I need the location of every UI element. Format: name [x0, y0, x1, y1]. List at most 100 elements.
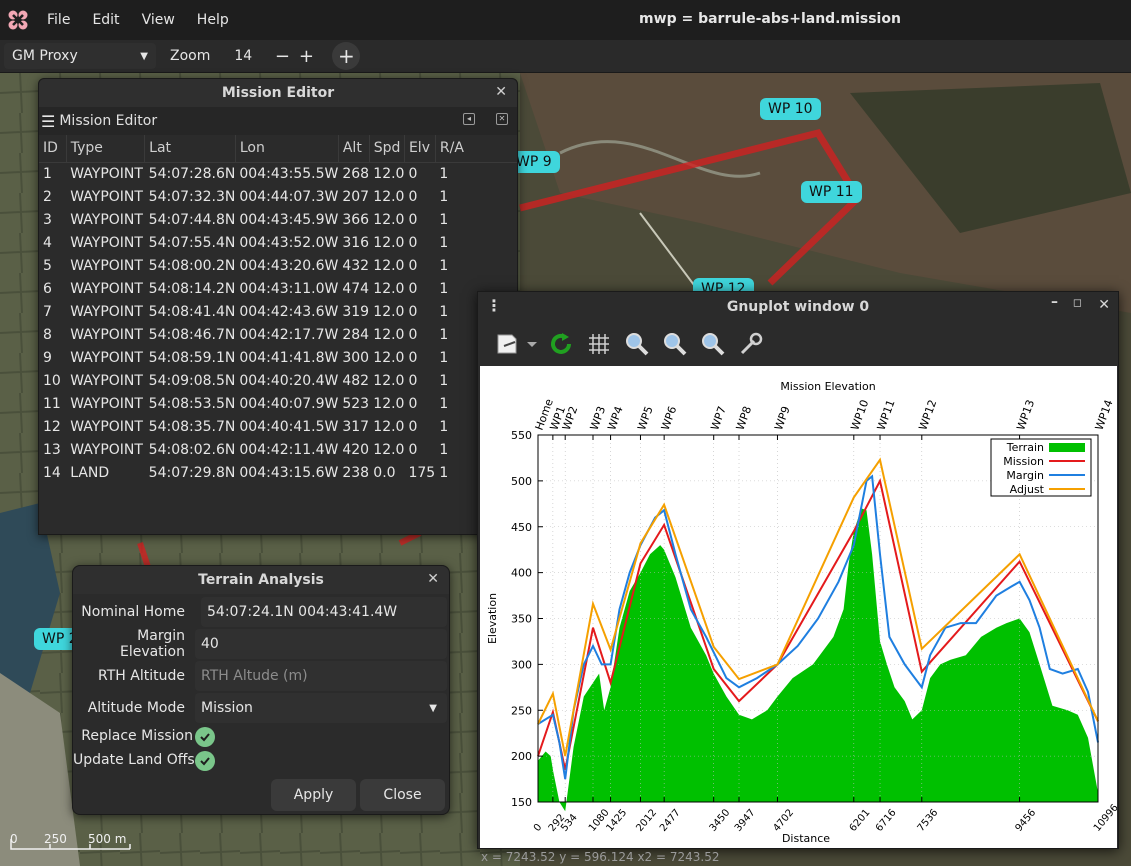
table-row[interactable]: 10 WAYPOINT 54:09:08.5N 004:40:20.4W 482 12.0…	[39, 369, 517, 392]
table-cell: 9	[43, 349, 52, 366]
replot-button[interactable]	[542, 328, 580, 360]
zoom-next-button[interactable]	[656, 328, 694, 360]
elevation-chart: 1502002503003504004505005500 292534 108014…	[486, 380, 1121, 845]
gnuplot-titlebar[interactable]: ⋮ Gnuplot window 0 – ◻ ✕	[478, 292, 1118, 322]
column-header-ra[interactable]: R/A	[435, 135, 517, 163]
apply-button[interactable]: Apply	[271, 779, 356, 811]
close-icon[interactable]: ✕	[427, 571, 439, 587]
x-tick-label: 2012	[634, 807, 659, 834]
table-row[interactable]: 13 WAYPOINT 54:08:02.6N 004:42:11.4W 420 12.0…	[39, 438, 517, 461]
column-header-lat[interactable]: Lat	[144, 135, 236, 163]
waypoint-tag-11[interactable]: WP 11	[801, 181, 862, 203]
margin-elevation-input[interactable]: 40	[195, 629, 447, 659]
altitude-mode-select[interactable]: Mission ▼	[195, 693, 447, 723]
x2-tick-label: WP10	[848, 398, 871, 432]
menu-help[interactable]: Help	[186, 12, 240, 28]
detach-icon[interactable]: ◂	[463, 113, 475, 125]
column-header-alt[interactable]: Alt	[338, 135, 370, 163]
x-axis-label: Distance	[782, 832, 830, 845]
table-cell: 004:42:11.4W	[239, 441, 339, 458]
export-button[interactable]	[492, 328, 542, 360]
close-button[interactable]: Close	[360, 779, 445, 811]
table-cell: 004:40:41.5W	[239, 418, 339, 435]
config-button[interactable]	[732, 328, 770, 360]
autoscale-button[interactable]	[694, 328, 732, 360]
zoom-out-button[interactable]: −	[270, 46, 294, 67]
close-icon[interactable]: ✕	[1098, 297, 1110, 313]
table-row[interactable]: 2 WAYPOINT 54:07:32.3N 004:44:07.3W 207 12.0 0…	[39, 185, 517, 208]
table-cell: 3	[43, 211, 52, 228]
table-row[interactable]: 9 WAYPOINT 54:08:59.1N 004:41:41.8W 300 12.0 0…	[39, 346, 517, 369]
table-cell: 54:08:41.4N	[148, 303, 236, 320]
y-tick-label: 150	[511, 796, 532, 809]
grid-button[interactable]	[580, 328, 618, 360]
minimize-icon[interactable]: –	[1051, 294, 1058, 310]
table-cell: 1	[439, 234, 449, 251]
table-cell: 0	[408, 303, 418, 320]
table-cell: 474	[342, 280, 370, 297]
nominal-home-label: Nominal Home	[81, 604, 185, 620]
table-row[interactable]: 3 WAYPOINT 54:07:44.8N 004:43:45.9W 366 12.0 0…	[39, 208, 517, 231]
table-row[interactable]: 6 WAYPOINT 54:08:14.2N 004:43:11.0W 474 12.0 0…	[39, 277, 517, 300]
table-row[interactable]: 12 WAYPOINT 54:08:35.7N 004:40:41.5W 317 12.0…	[39, 415, 517, 438]
table-cell: 54:08:59.1N	[148, 349, 236, 366]
column-header-type[interactable]: Type	[66, 135, 146, 163]
add-button[interactable]: +	[332, 42, 361, 70]
table-cell: 317	[342, 418, 370, 435]
table-row[interactable]: 14 LAND 54:07:29.8N 004:43:15.6W 238 0.0 175 1	[39, 461, 517, 484]
gnuplot-window: ⋮ Gnuplot window 0 – ◻ ✕ 150 200 250 300 350…	[477, 291, 1121, 849]
mission-editor-titlebar[interactable]: Mission Editor ✕	[39, 79, 517, 107]
menu-view[interactable]: View	[131, 12, 186, 28]
x2-tick-label: WP11	[875, 398, 898, 432]
zoom-in-button[interactable]: +	[294, 46, 318, 67]
update-land-offset-checkbox[interactable]	[195, 751, 215, 771]
table-cell: 12.0	[373, 372, 405, 389]
table-row[interactable]: 8 WAYPOINT 54:08:46.7N 004:42:17.7W 284 12.0 0…	[39, 323, 517, 346]
waypoint-tag-10[interactable]: WP 10	[760, 98, 821, 120]
mission-editor-subtitle: Mission Editor	[59, 113, 158, 129]
x2-tick-label: WP7	[708, 405, 729, 432]
magnifier-icon	[702, 333, 725, 356]
map-source-value: GM Proxy	[12, 48, 78, 64]
gnuplot-plot-area[interactable]: 150 200 250 300 350 400 450 500 550 0 292 534 1080 14…	[480, 366, 1121, 848]
zoom-label: Zoom	[170, 48, 211, 64]
table-cell: 268	[342, 165, 370, 182]
legend-label-adjust: Adjust	[1010, 483, 1045, 496]
close-icon[interactable]: ✕	[495, 84, 507, 100]
table-row[interactable]: 5 WAYPOINT 54:08:00.2N 004:43:20.6W 432 12.0 0…	[39, 254, 517, 277]
magnifier-icon	[626, 333, 649, 356]
column-header-lon[interactable]: Lon	[235, 135, 339, 163]
column-header-elv[interactable]: Elv	[404, 135, 436, 163]
menu-file[interactable]: File	[36, 12, 81, 28]
terrain-analysis-titlebar[interactable]: Terrain Analysis ✕	[73, 566, 449, 594]
table-row[interactable]: 4 WAYPOINT 54:07:55.4N 004:43:52.0W 316 12.0 0…	[39, 231, 517, 254]
table-row[interactable]: 7 WAYPOINT 54:08:41.4N 004:42:43.6W 319 12.0 0…	[39, 300, 517, 323]
grid-icon	[589, 334, 609, 354]
zoom-value[interactable]: 14	[234, 48, 270, 64]
rth-altitude-input[interactable]: RTH Altude (m)	[195, 661, 447, 691]
table-cell: 0	[408, 280, 418, 297]
scale-label-250: 250	[44, 832, 67, 846]
close-panel-icon[interactable]: ✕	[496, 113, 508, 125]
scale-label-500: 500 m	[88, 832, 127, 846]
hamburger-menu-icon[interactable]: ☰	[41, 112, 55, 131]
column-header-spd[interactable]: Spd	[369, 135, 405, 163]
table-row[interactable]: 11 WAYPOINT 54:08:53.5N 004:40:07.9W 523 12.0…	[39, 392, 517, 415]
menu-edit[interactable]: Edit	[81, 12, 130, 28]
kebab-menu-icon[interactable]: ⋮	[486, 296, 502, 315]
table-cell: 1	[439, 211, 449, 228]
map-source-select[interactable]: GM Proxy ▼	[4, 43, 156, 69]
altitude-mode-value: Mission	[201, 700, 253, 716]
table-cell: 004:43:15.6W	[239, 464, 339, 481]
column-header-id[interactable]: ID	[39, 135, 67, 163]
table-cell: 54:08:46.7N	[148, 326, 236, 343]
zoom-previous-button[interactable]	[618, 328, 656, 360]
table-cell: 14	[43, 464, 61, 481]
nominal-home-value: 54:07:24.1N 004:43:41.4W	[201, 597, 447, 627]
replace-mission-checkbox[interactable]	[195, 727, 215, 747]
terrain-analysis-dialog: Terrain Analysis ✕ Nominal Home 54:07:24…	[72, 565, 450, 815]
table-cell: 0	[408, 418, 418, 435]
table-cell: WAYPOINT	[70, 395, 143, 412]
maximize-icon[interactable]: ◻	[1073, 296, 1082, 309]
table-row[interactable]: 1 WAYPOINT 54:07:28.6N 004:43:55.5W 268 12.0 0…	[39, 162, 517, 185]
